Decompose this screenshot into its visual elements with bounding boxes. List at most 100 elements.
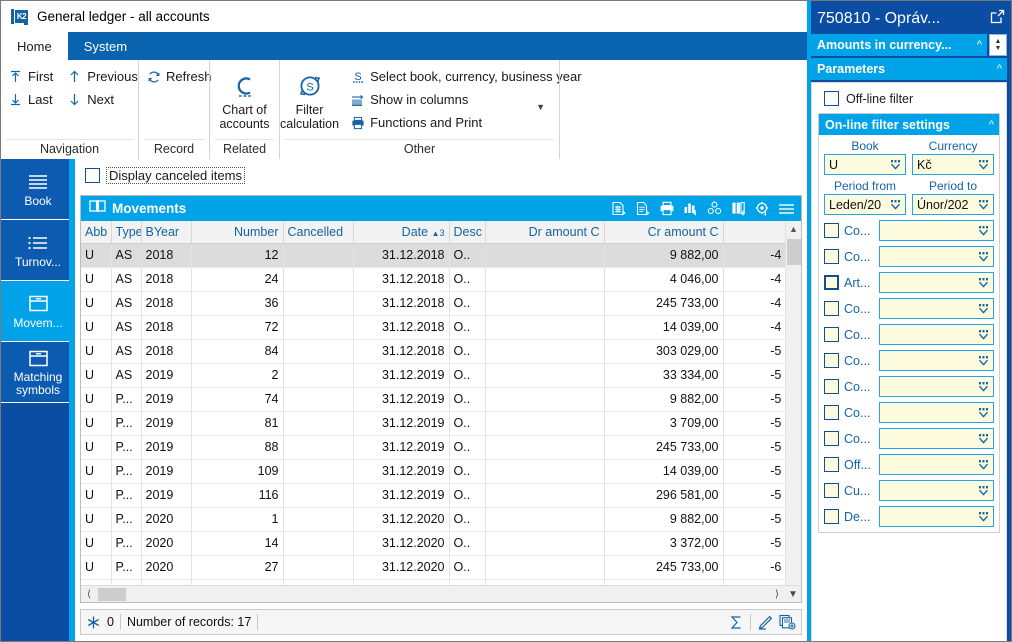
currency-input[interactable]: Kč [912, 154, 994, 175]
cell-date[interactable]: 31.12.2018 [353, 339, 450, 364]
cell-type[interactable]: AS [111, 339, 142, 364]
cell-cancelled[interactable] [283, 459, 354, 484]
cell-byear[interactable]: 2020 [141, 531, 192, 556]
book-input[interactable]: U [824, 154, 906, 175]
cell-dr[interactable] [485, 435, 605, 460]
filter-checkbox-0[interactable] [824, 223, 839, 238]
other-dropdown-chevron-down-icon[interactable]: ▼ [536, 102, 545, 112]
spinner-down-arrow[interactable]: ▼ [995, 45, 1002, 52]
cell-cancelled[interactable] [283, 531, 354, 556]
cell-abb[interactable]: U [81, 387, 112, 412]
grid-vertical-scrollbar[interactable]: ▲ [785, 221, 801, 585]
col-header-type[interactable]: Type [111, 221, 142, 244]
cell-desc[interactable]: O.. [449, 267, 486, 292]
cell-type[interactable]: AS [111, 315, 142, 340]
cell-byear[interactable]: 2018 [141, 243, 192, 268]
cell-cancelled[interactable] [283, 483, 354, 508]
table-row[interactable]: UP...20202731.12.2020O..245 733,00-6 088… [81, 555, 801, 580]
cell-abb[interactable]: U [81, 435, 112, 460]
filter-checkbox-7[interactable] [824, 405, 839, 420]
filter-checkbox-11[interactable] [824, 509, 839, 524]
chevron-down-icon[interactable] [976, 248, 991, 266]
cell-abb[interactable]: U [81, 411, 112, 436]
filter-input-10[interactable] [879, 480, 994, 501]
cell-dr[interactable] [485, 459, 605, 484]
cell-dr[interactable] [485, 339, 605, 364]
table-row[interactable]: UP...2020131.12.2020O..9 882,00-5 839 09… [81, 507, 801, 532]
edit-pencil-icon[interactable] [757, 615, 773, 630]
chevron-down-icon[interactable] [888, 156, 903, 174]
cell-date[interactable]: 31.12.2019 [353, 363, 450, 388]
filter-checkbox-4[interactable] [824, 327, 839, 342]
cell-type[interactable]: AS [111, 243, 142, 268]
print-icon[interactable] [656, 198, 677, 219]
cell-byear[interactable]: 2019 [141, 459, 192, 484]
cell-dr[interactable] [485, 267, 605, 292]
cell-dr[interactable] [485, 315, 605, 340]
cell-abb[interactable]: U [81, 483, 112, 508]
cell-cancelled[interactable] [283, 387, 354, 412]
cell-byear[interactable]: 2019 [141, 435, 192, 460]
cell-date[interactable]: 31.12.2019 [353, 483, 450, 508]
cell-type[interactable]: AS [111, 363, 142, 388]
chevron-down-icon[interactable] [976, 508, 991, 526]
cell-date[interactable]: 31.12.2019 [353, 387, 450, 412]
cell-desc[interactable]: O.. [449, 459, 486, 484]
first-button[interactable]: First [1, 65, 60, 88]
col-header-cr-amount[interactable]: Cr amount C [604, 221, 724, 244]
filter-input-2[interactable] [879, 272, 994, 293]
cell-cr[interactable]: 245 733,00 [604, 555, 724, 580]
cell-cancelled[interactable] [283, 435, 354, 460]
menu-hamburger-icon[interactable] [776, 198, 797, 219]
cell-cr[interactable]: 9 882,00 [604, 387, 724, 412]
next-button[interactable]: Next [60, 88, 145, 111]
cell-type[interactable]: P... [111, 531, 142, 556]
cell-number[interactable]: 24 [191, 267, 284, 292]
cell-date[interactable]: 31.12.2018 [353, 243, 450, 268]
table-row[interactable]: UAS20183631.12.2018O..245 733,00-4 908 8… [81, 291, 801, 316]
export-table-icon[interactable] [608, 198, 629, 219]
functions-and-print-button[interactable]: Functions and Print [343, 111, 588, 134]
amounts-in-currency-bar[interactable]: Amounts in currency... ^ [811, 34, 987, 56]
cell-desc[interactable]: O.. [449, 315, 486, 340]
cell-number[interactable]: 74 [191, 387, 284, 412]
cell-type[interactable]: P... [111, 459, 142, 484]
cell-byear[interactable]: 2018 [141, 315, 192, 340]
cell-cr[interactable]: 3 372,00 [604, 531, 724, 556]
filter-input-7[interactable] [879, 402, 994, 423]
cell-cancelled[interactable] [283, 339, 354, 364]
show-in-columns-button[interactable]: Show in columns [343, 88, 588, 111]
chevron-down-icon[interactable] [976, 196, 991, 214]
cell-desc[interactable]: O.. [449, 507, 486, 532]
cell-number[interactable]: 14 [191, 531, 284, 556]
filter-checkbox-1[interactable] [824, 249, 839, 264]
cell-number[interactable]: 72 [191, 315, 284, 340]
chevron-up-icon[interactable]: ^ [997, 63, 1002, 75]
period-to-input[interactable]: Únor/202 [912, 194, 994, 215]
refresh-button[interactable]: Refresh [139, 65, 219, 88]
cell-dr[interactable] [485, 555, 605, 580]
open-in-new-icon[interactable] [990, 9, 1005, 29]
filter-checkbox-8[interactable] [824, 431, 839, 446]
cell-cr[interactable]: 14 039,00 [604, 459, 724, 484]
cell-date[interactable]: 31.12.2019 [353, 459, 450, 484]
cell-byear[interactable]: 2019 [141, 483, 192, 508]
cell-cancelled[interactable] [283, 291, 354, 316]
columns-icon[interactable] [728, 198, 749, 219]
cell-dr[interactable] [485, 363, 605, 388]
cell-dr[interactable] [485, 243, 605, 268]
cell-number[interactable]: 84 [191, 339, 284, 364]
online-filter-settings-header[interactable]: On-line filter settings ^ [819, 114, 999, 135]
cell-dr[interactable] [485, 507, 605, 532]
chart-icon[interactable] [680, 198, 701, 219]
sidebar-item-book[interactable]: Book [1, 159, 75, 220]
spinner-up-down-icon[interactable]: ▲ ▼ [989, 34, 1007, 56]
col-header-dr-amount[interactable]: Dr amount C [485, 221, 605, 244]
filter-input-11[interactable] [879, 506, 994, 527]
table-row[interactable]: UP...20197431.12.2019O..9 882,00-5 269 1… [81, 387, 801, 412]
filter-input-3[interactable] [879, 298, 994, 319]
table-row[interactable]: UP...20201431.12.2020O..3 372,00-5 842 4… [81, 531, 801, 556]
cell-dr[interactable] [485, 483, 605, 508]
cell-desc[interactable]: O.. [449, 363, 486, 388]
chevron-down-icon[interactable] [976, 222, 991, 240]
